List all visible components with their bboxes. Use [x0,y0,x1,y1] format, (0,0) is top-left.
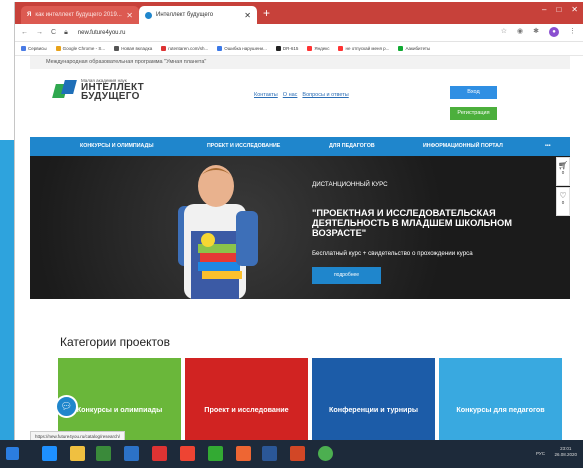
web-page: Международная образовательная программа … [30,56,570,442]
powerpoint-icon[interactable] [290,446,305,461]
tab-inactive[interactable]: Я как интеллект будущего 2019... ✕ [21,6,139,24]
card-conferences[interactable]: Конференции и турниры [312,358,435,442]
extension-icon[interactable]: ✱ [533,27,539,37]
yandex-icon[interactable] [152,446,167,461]
dlink-icon [275,46,281,52]
ie-icon[interactable] [42,446,57,461]
site-favicon-icon [145,11,152,19]
main-nav: КОНКУРСЫ И ОЛИМПИАДЫ ПРОЕКТ И ИССЛЕДОВАН… [30,137,570,156]
hero-more-button[interactable]: подробнее [312,267,381,284]
category-cards: Конкурсы и олимпиады Проект и исследован… [58,358,570,442]
bookmarks-bar: Сервисы Google Chrome - S... Новая вклад… [15,42,583,56]
hero-subtitle: Бесплатный курс + свидетельство о прохож… [312,250,473,257]
tab-label: как интеллект будущего 2019... [35,12,122,18]
menu-icon[interactable]: ⋮ [569,27,576,37]
bookmark-item[interactable]: Google Chrome - S... [55,46,105,52]
google-icon [217,46,223,52]
profile-avatar[interactable]: ● [549,27,559,37]
tab-close-icon[interactable]: ✕ [244,11,251,20]
login-button[interactable]: Вход [450,86,497,99]
link-about[interactable]: О нас [283,92,298,98]
app-icon[interactable] [208,446,223,461]
link-faq[interactable]: Вопросы и ответы [302,92,348,98]
tab-active[interactable]: Интеллект будущего ✕ [139,6,257,24]
new-tab-button[interactable]: + [263,6,270,20]
window-controls: – □ ✕ [542,5,578,14]
heart-icon: ♡ [559,191,567,200]
language-indicator[interactable]: РУС [536,451,545,456]
apps-icon [21,46,26,52]
reload-icon[interactable]: C [51,29,56,36]
nav-item-teachers[interactable]: ДЛЯ ПЕДАГОГОВ [329,143,375,149]
cart-count: 0 [561,170,565,175]
register-button[interactable]: Регистрация [450,107,497,120]
browser-window: Я как интеллект будущего 2019... ✕ Интел… [14,2,583,464]
logo-line-2: БУДУЩЕГО [81,91,140,102]
app-icon[interactable] [124,446,139,461]
schoolboy-image [178,165,258,299]
favorites-count: 0 [561,200,565,205]
forward-icon[interactable]: → [36,29,43,36]
folder-icon[interactable] [70,446,85,461]
card-projects[interactable]: Проект и исследование [185,358,308,442]
extension-icon[interactable]: ◉ [517,27,523,37]
clock-date: 26.08.2020 [554,452,577,457]
bookmark-item[interactable]: Сервисы [21,46,47,52]
card-teachers[interactable]: Конкурсы для педагогов [439,358,562,442]
cart-icon: 🛒︎ [557,161,569,170]
lock-icon: 🔒︎ [64,28,68,36]
nav-more[interactable]: ••• [545,143,551,149]
word-icon[interactable] [262,446,277,461]
bookmark-item[interactable]: Новая вкладка [114,46,152,52]
tab-strip: Я как интеллект будущего 2019... ✕ Интел… [15,2,583,24]
nav-item-contests[interactable]: КОНКУРСЫ И ОЛИМПИАДЫ [80,143,154,149]
back-icon[interactable]: ← [21,29,28,36]
header-links: Контакты О нас Вопросы и ответы [254,92,349,98]
hero-kicker: ДИСТАНЦИОННЫЙ КУРС [312,181,388,188]
top-info-line: Международная образовательная программа … [30,56,570,69]
close-window-icon[interactable]: ✕ [571,5,578,14]
chrome-icon [55,46,61,52]
yandex-favicon-icon: Я [27,12,32,18]
cart-widget[interactable]: 🛒︎ 0 [556,157,570,186]
nav-item-portal[interactable]: ИНФОРМАЦИОННЫЙ ПОРТАЛ [423,143,503,149]
hero-banner: ДИСТАНЦИОННЫЙ КУРС "ПРОЕКТНАЯ И ИССЛЕДОВ… [30,156,570,299]
bookmark-item[interactable]: Яндекс [307,46,329,52]
bookmark-item[interactable]: Ошибка нарушени... [217,46,267,52]
chrome-icon[interactable] [318,446,333,461]
nav-item-projects[interactable]: ПРОЕКТ И ИССЛЕДОВАНИЕ [207,143,280,149]
site-icon [398,46,404,52]
windows-start-icon[interactable] [6,447,19,460]
logo-mark-icon [52,79,77,100]
tab-label: Интеллект будущего [156,12,214,18]
tab-close-icon[interactable]: ✕ [126,11,133,20]
bookmark-item[interactable]: rutentaren.com/sh... [161,46,208,52]
favorites-widget[interactable]: ♡ 0 [556,187,570,216]
site-icon [161,46,167,52]
clock[interactable]: 23:01 26.08.2020 [554,446,577,458]
windows-taskbar: РУС 23:01 26.08.2020 [0,440,583,468]
tab-icon [114,46,120,52]
maximize-icon[interactable]: □ [556,5,561,14]
chat-icon: 💬︎ [60,401,73,411]
hero-title: "ПРОЕКТНАЯ И ИССЛЕДОВАТЕЛЬСКАЯ ДЕЯТЕЛЬНО… [312,208,512,238]
bookmark-item[interactable]: Аакибитеты [398,46,430,52]
bookmark-item[interactable]: DR-615 [275,46,298,52]
screen: Я как интеллект будущего 2019... ✕ Интел… [0,0,583,468]
link-contacts[interactable]: Контакты [254,92,278,98]
chat-button[interactable]: 💬︎ [55,395,78,418]
opera-icon[interactable] [180,446,195,461]
yandex-icon [307,46,313,52]
bookmark-item[interactable]: не отпускай меня р... [338,46,389,52]
minimize-icon[interactable]: – [542,5,546,14]
app-icon[interactable] [96,446,111,461]
url-field[interactable]: new.future4you.ru [78,30,126,36]
star-icon[interactable]: ☆ [501,27,507,37]
yandex-browser-icon[interactable] [236,446,251,461]
address-bar: ← → C 🔒︎ new.future4you.ru ☆ ◉ ✱ ● ⋮ [15,24,583,42]
site-logo[interactable]: Малая академия наук ИНТЕЛЛЕКТ БУДУЩЕГО [52,78,144,102]
yandex-icon [338,46,344,52]
categories-title: Категории проектов [60,335,170,349]
